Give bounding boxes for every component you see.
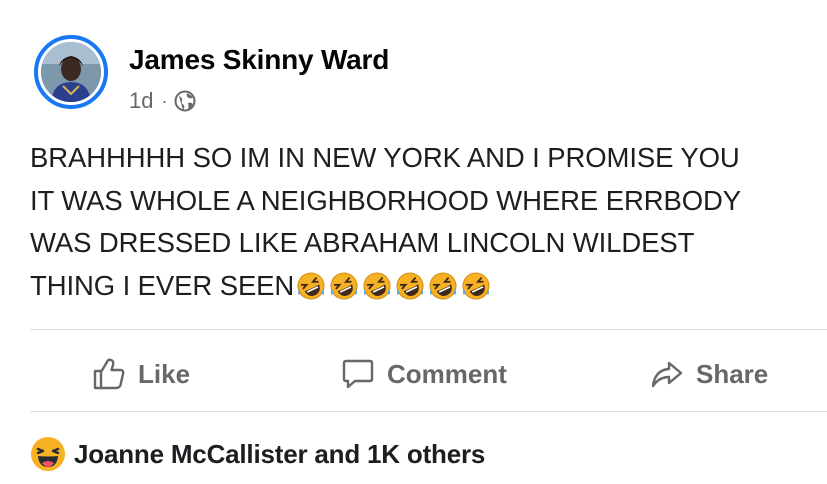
reactions-text[interactable]: Joanne McCallister and 1K others <box>74 439 485 470</box>
comment-bubble-icon <box>342 359 374 389</box>
meta-separator: · <box>161 90 168 111</box>
post-text-line: BRAHHHHH SO IM IN NEW YORK AND I PROMISE… <box>30 142 740 173</box>
reactions-summary[interactable]: Joanne McCallister and 1K others <box>30 436 485 472</box>
share-button[interactable]: Share <box>650 354 768 394</box>
like-button[interactable]: Like <box>92 354 190 394</box>
globe-icon <box>174 90 196 112</box>
post-text: BRAHHHHH SO IM IN NEW YORK AND I PROMISE… <box>30 137 820 307</box>
rolling-laughing-emoji-icon <box>429 272 457 299</box>
avatar-photo <box>41 42 101 102</box>
rolling-laughing-emoji-icon <box>297 272 325 299</box>
share-label: Share <box>696 358 769 389</box>
avatar[interactable] <box>34 35 108 109</box>
haha-reaction-icon <box>31 437 65 471</box>
post-text-line-last: THING I EVER SEEN <box>30 265 820 308</box>
rolling-laughing-emoji-icon <box>462 272 490 299</box>
divider-top <box>30 329 827 330</box>
post-text-line: THING I EVER SEEN <box>30 269 295 301</box>
post-meta: 1d · <box>129 88 196 114</box>
comment-label: Comment <box>387 358 507 389</box>
post-timestamp[interactable]: 1d <box>129 88 153 114</box>
post-text-line: WAS DRESSED LIKE ABRAHAM LINCOLN WILDEST <box>30 227 695 258</box>
rolling-laughing-emoji-icon <box>363 272 391 299</box>
comment-button[interactable]: Comment <box>341 354 507 394</box>
share-arrow-icon <box>651 361 683 388</box>
divider-bottom <box>30 411 827 412</box>
thumbs-up-icon <box>93 358 125 390</box>
like-label: Like <box>138 358 191 389</box>
rolling-laughing-emoji-icon <box>330 272 358 299</box>
emoji-row <box>296 271 494 301</box>
author-name[interactable]: James Skinny Ward <box>129 44 389 76</box>
rolling-laughing-emoji-icon <box>396 272 424 299</box>
post-text-line: IT WAS WHOLE A NEIGHBORHOOD WHERE ERRBOD… <box>30 184 741 216</box>
facebook-post: James Skinny Ward 1d · BRAHHHHH SO IM IN… <box>0 0 827 484</box>
